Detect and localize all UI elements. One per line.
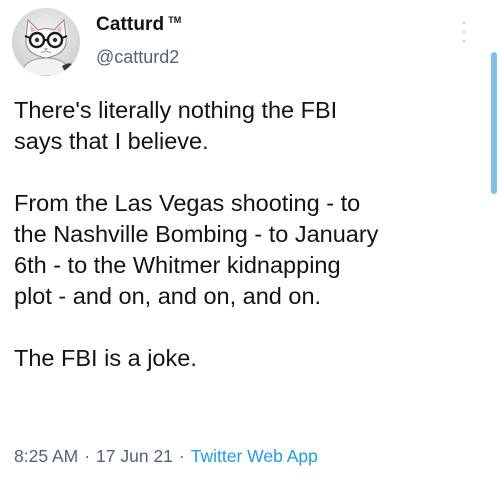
tweet-date[interactable]: 17 Jun 21	[96, 446, 173, 467]
author-handle[interactable]: @catturd2	[96, 47, 179, 68]
more-dot	[463, 31, 465, 33]
tweet-text: There's literally nothing the FBI says t…	[14, 97, 379, 371]
author-display-name[interactable]: Catturd	[96, 14, 164, 36]
meta-separator: ·	[84, 446, 91, 466]
author-name-row[interactable]: Catturd TM	[96, 14, 181, 36]
more-dot	[463, 22, 465, 24]
meta-separator: ·	[178, 446, 185, 466]
avatar[interactable]	[12, 8, 80, 76]
cat-with-glasses-avatar-icon	[12, 8, 80, 76]
scrollbar-thumb[interactable]	[491, 52, 497, 194]
tweet-source-link[interactable]: Twitter Web App	[191, 446, 318, 467]
tweet-card: Catturd TM @catturd2 There's literally n…	[0, 0, 500, 481]
tweet-meta: 8:25 AM · 17 Jun 21 · Twitter Web App	[14, 446, 318, 467]
more-dot	[463, 40, 465, 42]
more-vertical-icon[interactable]	[458, 22, 470, 42]
tweet-time[interactable]: 8:25 AM	[14, 446, 78, 467]
trademark-mark: TM	[168, 15, 182, 25]
